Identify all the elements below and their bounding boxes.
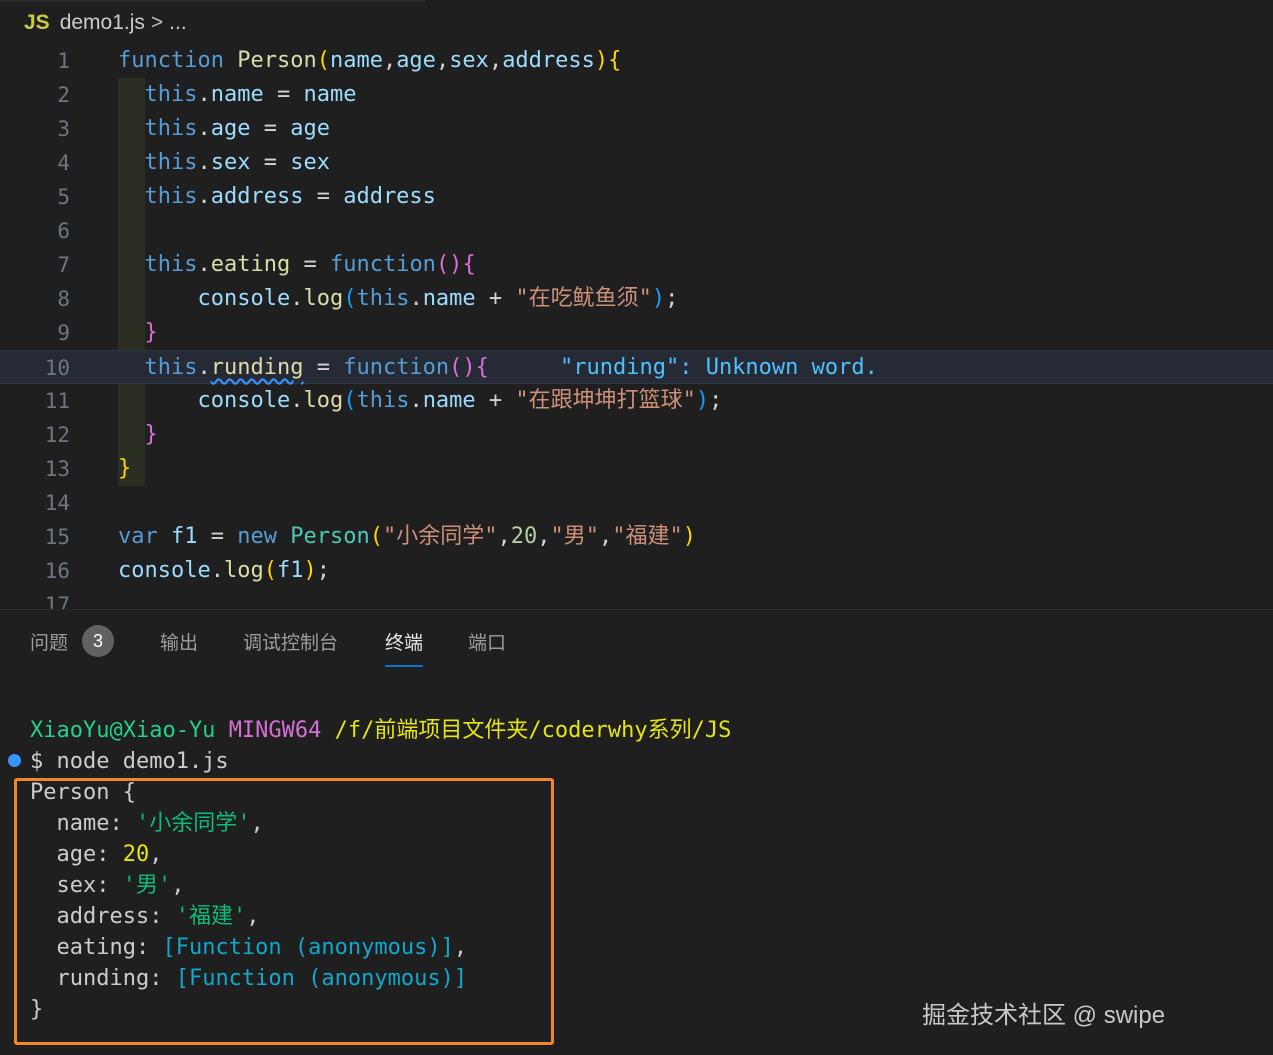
tab-debug-console[interactable]: 调试控制台: [243, 628, 338, 655]
line-number: 14: [44, 491, 70, 515]
code-line-3: 3 this.age = age: [0, 112, 1273, 146]
tab-terminal[interactable]: 终端: [385, 628, 424, 667]
javascript-file-icon: JS: [24, 11, 50, 34]
tab-label: 问题: [30, 633, 69, 655]
tab-output[interactable]: 输出: [160, 628, 198, 655]
code-line-12: 12 }: [0, 418, 1273, 452]
panel-tab-bar: 问题 3 输出 调试控制台 终端 端口: [0, 610, 1273, 674]
line-number: 13: [44, 457, 70, 481]
code-text: }: [144, 422, 158, 447]
spell-check-diagnostic[interactable]: "runding": Unknown word.: [560, 351, 878, 385]
terminal-path: /f/前端项目文件夹/coderwhy系列/JS: [334, 718, 732, 743]
terminal-shell: MINGW64: [228, 718, 322, 743]
code-line-11: 11 console.log(this.name + "在跟坤坤打篮球");: [0, 384, 1273, 418]
line-number: 1: [57, 49, 70, 73]
line-number: 3: [57, 117, 70, 141]
code-text: }: [118, 456, 132, 481]
code-text: this.sex = sex: [144, 150, 330, 175]
code-line-13: 13 }: [0, 452, 1273, 486]
line-number: 10: [44, 356, 70, 380]
code-line-2: 2 this.name = name: [0, 78, 1273, 112]
code-line-15: 15 var f1 = new Person("小余同学",20,"男","福建…: [0, 520, 1273, 554]
code-text: this.runding = function(){: [144, 355, 489, 380]
code-text: console.log(this.name + "在吃鱿鱼须");: [197, 286, 679, 311]
problems-count-badge: 3: [82, 625, 115, 657]
line-number: 9: [57, 321, 70, 345]
line-number: 4: [57, 151, 70, 175]
code-text: this.name = name: [144, 82, 357, 107]
line-number: 8: [57, 287, 70, 311]
line-number: 11: [44, 389, 70, 413]
code-editor[interactable]: 1 function Person(name,age,sex,address){…: [0, 44, 1273, 610]
code-text: console.log(f1);: [118, 558, 330, 583]
line-number: 12: [44, 423, 70, 447]
line-number: 7: [57, 253, 70, 277]
tab-ports[interactable]: 端口: [468, 628, 506, 655]
tab-label: 终端: [385, 633, 424, 654]
code-text: function Person(name,age,sex,address){: [118, 48, 622, 73]
code-text: this.eating = function(){: [144, 252, 476, 277]
code-line-9: 9 }: [0, 316, 1273, 350]
chevron-right-icon: >: [150, 11, 164, 34]
code-line-8: 8 console.log(this.name + "在吃鱿鱼须");: [0, 282, 1273, 316]
code-line-7: 7 this.eating = function(){: [0, 248, 1273, 282]
command-decoration-icon[interactable]: [8, 754, 21, 767]
breadcrumb-more[interactable]: ...: [169, 11, 187, 34]
code-line-4: 4 this.sex = sex: [0, 146, 1273, 180]
line-number: 2: [57, 83, 70, 107]
code-text: this.age = age: [144, 116, 330, 141]
code-line-10: 10 this.runding = function(){ "runding":…: [0, 350, 1273, 384]
breadcrumb[interactable]: JS demo1.js >...: [24, 9, 187, 37]
tab-problems[interactable]: 问题 3: [30, 625, 115, 660]
terminal-command: $ node demo1.js: [30, 749, 229, 774]
code-text: console.log(this.name + "在跟坤坤打篮球");: [197, 388, 723, 413]
code-line-1: 1 function Person(name,age,sex,address){: [0, 44, 1273, 78]
code-text: }: [144, 320, 158, 345]
code-text: var f1 = new Person("小余同学",20,"男","福建"): [118, 524, 696, 549]
tab-label: 调试控制台: [243, 633, 339, 654]
line-number: 5: [57, 185, 70, 209]
code-line-16: 16 console.log(f1);: [0, 554, 1273, 588]
code-text: this.address = address: [144, 184, 436, 209]
line-number: 16: [44, 559, 70, 583]
tab-label: 端口: [468, 633, 507, 654]
editor-breadcrumb-bar: JS demo1.js >...: [0, 0, 1273, 44]
line-number: 17: [44, 593, 70, 610]
code-line-6: 6: [0, 214, 1273, 248]
terminal-user: XiaoYu@Xiao-Yu: [30, 718, 216, 743]
line-number: 15: [44, 525, 70, 549]
line-number: 6: [57, 219, 70, 243]
terminal-prompt-line: XiaoYu@Xiao-Yu MINGW64 /f/前端项目文件夹/coderw…: [30, 716, 731, 746]
tab-accent: [0, 0, 425, 2]
code-line-17: 17: [0, 588, 1273, 610]
code-line-14: 14: [0, 486, 1273, 520]
annotation-highlight-box: [14, 778, 554, 1045]
watermark: 掘金技术社区 @ swipe: [922, 1002, 1166, 1029]
tab-label: 输出: [160, 633, 199, 654]
code-line-5: 5 this.address = address: [0, 180, 1273, 214]
breadcrumb-file[interactable]: demo1.js: [60, 11, 145, 34]
